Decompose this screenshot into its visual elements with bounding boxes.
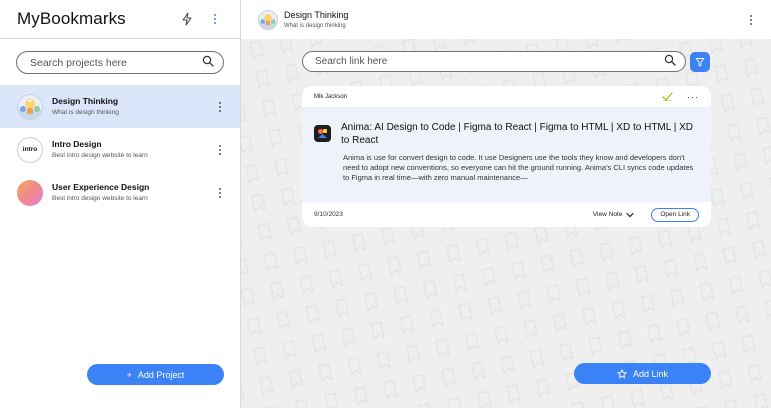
view-note-label: View Note [592,211,623,218]
project-search-input[interactable] [30,56,202,69]
kebab-icon[interactable] [745,14,757,25]
project-name: User Experience Design [52,182,150,192]
filter-icon [695,57,705,66]
check-icon[interactable] [662,92,673,101]
add-link-label: Add Link [632,368,669,379]
link-title[interactable]: Anima: AI Design to Code | Figma to Reac… [341,121,697,147]
lightning-icon[interactable] [176,8,198,30]
anima-favicon-icon [314,125,331,142]
link-search-input[interactable] [315,56,664,67]
project-avatar [17,179,43,206]
link-date: 9/10/2023 [314,211,343,218]
sidebar-menu-button[interactable] [204,8,226,30]
link-search-box [302,51,686,72]
project-item[interactable]: Design Thinking What is design thinking [0,85,240,128]
search-icon[interactable] [202,54,214,72]
project-text: Design Thinking What is design thinking [52,96,214,117]
project-name: Design Thinking [52,96,119,106]
kebab-icon[interactable] [214,101,226,112]
card-author: Mik Jackson [314,93,348,100]
design-thinking-illustration [259,13,277,29]
view-note-button[interactable]: View Note [593,211,635,218]
kebab-icon[interactable] [214,144,226,155]
project-text: User Experience Design Best intro design… [52,182,214,203]
project-search-box [16,51,224,74]
link-description: Anima is use for convert design to code.… [343,153,694,182]
links-canvas: Mik Jackson ··· Anima: AI Design to Code… [241,39,771,408]
project-item[interactable]: intro Intro Design Best intro design web… [0,128,240,171]
kebab-icon [209,14,221,24]
project-name: Intro Design [52,139,102,149]
plus-icon: + [126,369,132,380]
open-link-label: Open Link [660,211,690,218]
page-title: Design Thinking [284,9,349,20]
link-card: Mik Jackson ··· Anima: AI Design to Code… [302,86,711,227]
intro-logo-text: intro [22,146,38,153]
card-content: Anima: AI Design to Code | Figma to Reac… [341,121,697,202]
design-thinking-illustration [18,98,42,119]
page-subtitle: What is design thinking [284,22,346,29]
project-avatar: intro [17,136,43,163]
app-title: MyBookmarks [17,9,126,28]
project-avatar [17,93,43,120]
project-description: Best intro design website to learn [52,152,148,159]
project-description: What is design thinking [52,109,119,116]
main-header: Design Thinking What is design thinking [241,0,771,39]
project-text: Intro Design Best intro design website t… [52,139,214,160]
sidebar-header: MyBookmarks [0,0,240,39]
open-link-button[interactable]: Open Link [651,207,699,222]
link-search-row [302,51,710,72]
main-header-text: Design Thinking What is design thinking [284,10,745,30]
card-body: Anima: AI Design to Code | Figma to Reac… [302,107,711,202]
kebab-icon[interactable] [214,187,226,198]
sidebar: MyBookmarks Search projects here Design … [0,0,241,408]
star-icon [617,368,627,378]
card-footer: 9/10/2023 View Note Open Link [302,202,711,227]
search-icon[interactable] [664,53,676,71]
add-project-button[interactable]: + Add Project [87,364,224,385]
filter-button[interactable] [690,51,710,72]
project-item[interactable]: User Experience Design Best intro design… [0,171,240,214]
main-panel: Design Thinking What is design thinking [241,0,771,408]
add-project-label: Add Project [137,369,185,380]
project-list: Design Thinking What is design thinking … [0,85,240,214]
add-link-button[interactable]: Add Link [574,363,711,384]
card-header: Mik Jackson ··· [302,86,711,107]
chevron-down-icon [626,212,634,217]
project-avatar [258,9,278,30]
project-description: Best intro design website to learn [52,195,148,202]
more-options-icon[interactable]: ··· [687,92,699,102]
